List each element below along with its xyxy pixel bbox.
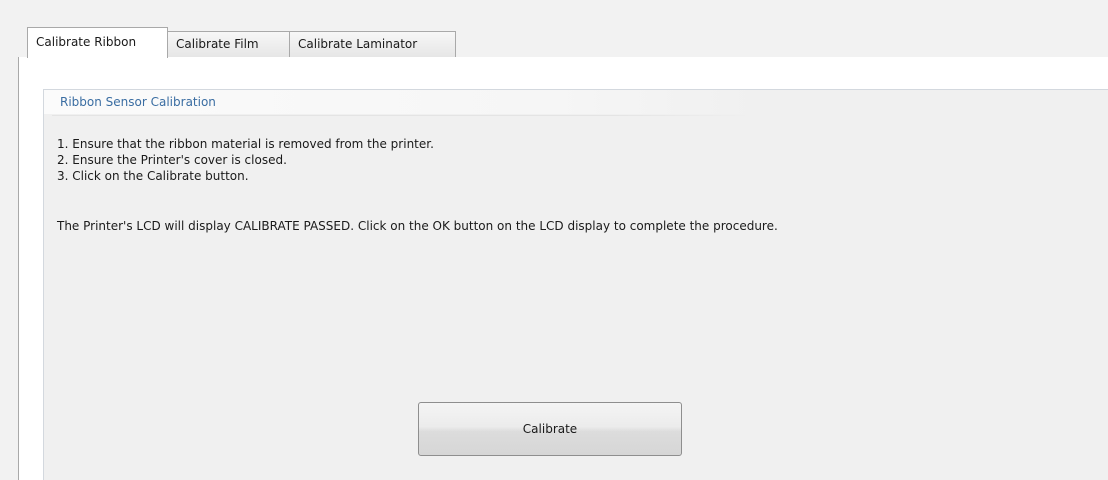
instruction-list: 1. Ensure that the ribbon material is re… bbox=[57, 136, 434, 184]
ribbon-sensor-calibration-group: Ribbon Sensor Calibration 1. Ensure that… bbox=[43, 89, 1108, 480]
tab-calibrate-ribbon[interactable]: Calibrate Ribbon bbox=[27, 27, 168, 58]
group-title: Ribbon Sensor Calibration bbox=[60, 95, 216, 109]
calibration-window: Calibrate Ribbon Calibrate Film Calibrat… bbox=[0, 0, 1108, 480]
tab-calibrate-laminator[interactable]: Calibrate Laminator bbox=[289, 31, 456, 57]
instruction-step: 3. Click on the Calibrate button. bbox=[57, 169, 249, 183]
tab-calibrate-film[interactable]: Calibrate Film bbox=[168, 31, 290, 57]
tab-content-panel: Ribbon Sensor Calibration 1. Ensure that… bbox=[18, 57, 1108, 480]
instruction-step: 1. Ensure that the ribbon material is re… bbox=[57, 137, 434, 151]
instruction-step: 2. Ensure the Printer's cover is closed. bbox=[57, 153, 287, 167]
calibrate-button[interactable]: Calibrate bbox=[418, 402, 682, 456]
group-header-divider bbox=[52, 115, 752, 116]
tab-strip: Calibrate Ribbon Calibrate Film Calibrat… bbox=[0, 0, 1108, 58]
lcd-note: The Printer's LCD will display CALIBRATE… bbox=[57, 219, 778, 233]
